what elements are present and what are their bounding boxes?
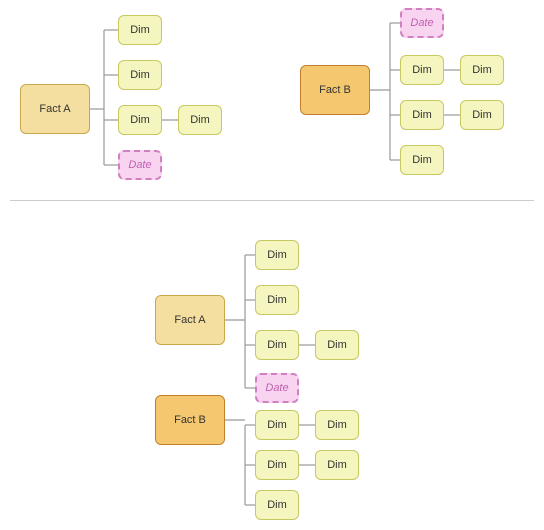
bottom-dim-a1: Dim bbox=[255, 240, 299, 270]
top-right-dim-2: Dim bbox=[460, 55, 504, 85]
top-right-date: Date bbox=[400, 8, 444, 38]
bottom-dim-b4: Dim bbox=[315, 450, 359, 480]
top-right-dim-5: Dim bbox=[400, 145, 444, 175]
bottom-fact-b: Fact B bbox=[155, 395, 225, 445]
top-right-dim-4: Dim bbox=[460, 100, 504, 130]
bottom-dim-a3: Dim bbox=[255, 330, 299, 360]
top-left-dim-1: Dim bbox=[118, 15, 162, 45]
bottom-dim-a4: Dim bbox=[315, 330, 359, 360]
top-right-dim-3: Dim bbox=[400, 100, 444, 130]
top-left-dim-3: Dim bbox=[118, 105, 162, 135]
bottom-dim-a2: Dim bbox=[255, 285, 299, 315]
top-left-dim-2: Dim bbox=[118, 60, 162, 90]
bottom-dim-b3: Dim bbox=[255, 450, 299, 480]
bottom-dim-b5: Dim bbox=[255, 490, 299, 520]
top-left-fact-a: Fact A bbox=[20, 84, 90, 134]
bottom-fact-a: Fact A bbox=[155, 295, 225, 345]
bottom-dim-b1: Dim bbox=[255, 410, 299, 440]
top-left-dim-4: Dim bbox=[178, 105, 222, 135]
section-divider bbox=[10, 200, 534, 201]
bottom-date-a: Date bbox=[255, 373, 299, 403]
top-left-date: Date bbox=[118, 150, 162, 180]
diagram-area: Fact A Dim Dim Dim Dim Date Fact B Date … bbox=[0, 0, 544, 530]
bottom-dim-b2: Dim bbox=[315, 410, 359, 440]
top-right-dim-1: Dim bbox=[400, 55, 444, 85]
top-right-fact-b: Fact B bbox=[300, 65, 370, 115]
